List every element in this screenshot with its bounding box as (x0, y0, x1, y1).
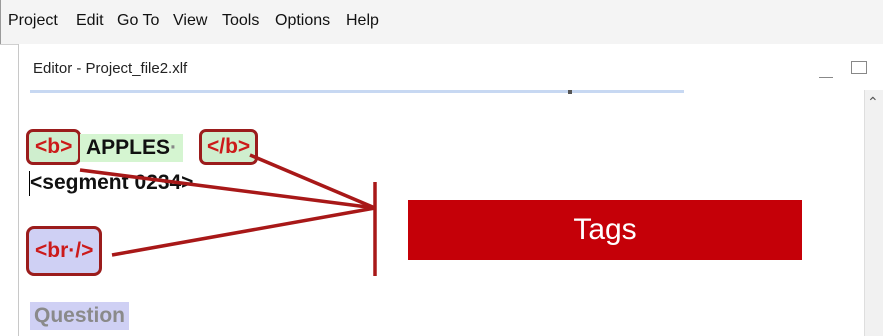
tag-b-open[interactable]: <b> (26, 129, 82, 165)
segment-text-apples[interactable]: APPLES· (80, 134, 184, 162)
minimize-icon[interactable] (819, 77, 833, 78)
segment-text-question[interactable]: Question (30, 302, 130, 330)
menu-go-to[interactable]: Go To (117, 12, 159, 30)
tag-br[interactable]: <br·/> (26, 226, 103, 276)
menu-project[interactable]: Project (8, 12, 58, 30)
tags-callout: Tags (408, 200, 802, 260)
maximize-icon[interactable] (851, 61, 867, 74)
menu-edit[interactable]: Edit (76, 12, 104, 30)
tag-b-close[interactable]: </b> (199, 129, 259, 165)
menu-view[interactable]: View (173, 12, 207, 30)
space-marker: · (170, 136, 178, 159)
window-edge (0, 0, 1, 44)
editor-title: Editor - Project_file2.xlf (33, 60, 188, 77)
segment-tag[interactable]: <segment 0234> (30, 171, 193, 195)
vertical-scrollbar[interactable]: ⌃ (864, 90, 883, 336)
menu-bar: Project Edit Go To View Tools Options He… (0, 0, 883, 45)
apples-word: APPLES (86, 136, 171, 159)
menu-help[interactable]: Help (346, 12, 379, 30)
editor-title-bar: Editor - Project_file2.xlf (18, 44, 883, 91)
previous-segment-highlight (30, 90, 684, 93)
menu-tools[interactable]: Tools (222, 12, 259, 30)
menu-options[interactable]: Options (275, 12, 330, 30)
scroll-up-icon[interactable]: ⌃ (867, 94, 879, 111)
previous-segment-mark (568, 90, 572, 94)
